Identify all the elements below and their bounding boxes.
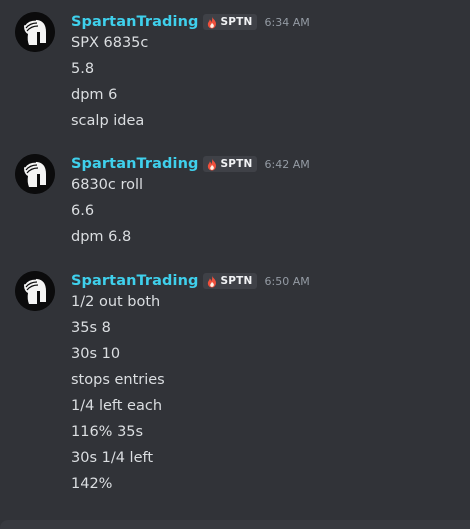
server-tag-label: SPTN	[220, 275, 253, 287]
message-line: 116% 35s	[71, 424, 144, 440]
message-line: 1/2 out both	[71, 294, 161, 310]
message-line: SPX 6835c	[71, 35, 149, 51]
message-header: SpartanTrading SPTN 6:34 AM	[71, 12, 310, 32]
message-line: dpm 6	[71, 87, 118, 103]
message-line: 1/4 left each	[71, 398, 163, 414]
server-tag-label: SPTN	[220, 158, 253, 170]
server-tag[interactable]: SPTN	[203, 156, 257, 172]
spartan-helmet-icon	[15, 12, 55, 52]
spartan-helmet-icon	[15, 271, 55, 311]
server-tag-label: SPTN	[220, 16, 253, 28]
username[interactable]: SpartanTrading	[71, 273, 198, 289]
message-line: stops entries	[71, 372, 165, 388]
fire-icon	[208, 274, 217, 288]
message-line: 30s 1/4 left	[71, 450, 154, 466]
message-line: 35s 8	[71, 320, 111, 336]
server-tag[interactable]: SPTN	[203, 273, 257, 289]
message-line: 30s 10	[71, 346, 121, 362]
message-line: dpm 6.8	[71, 229, 132, 245]
avatar[interactable]	[15, 12, 55, 52]
spartan-helmet-icon	[15, 154, 55, 194]
avatar[interactable]	[15, 271, 55, 311]
avatar[interactable]	[15, 154, 55, 194]
message-line: 6830c roll	[71, 177, 144, 193]
message-line: 6.6	[71, 203, 95, 219]
message-line: 142%	[71, 476, 113, 492]
message-composer[interactable]	[0, 520, 470, 529]
server-tag[interactable]: SPTN	[203, 14, 257, 30]
message-line: 5.8	[71, 61, 95, 77]
message-header: SpartanTrading SPTN 6:42 AM	[71, 154, 310, 174]
timestamp: 6:42 AM	[264, 157, 310, 171]
username[interactable]: SpartanTrading	[71, 156, 198, 172]
timestamp: 6:34 AM	[264, 15, 310, 29]
fire-icon	[208, 15, 217, 29]
timestamp: 6:50 AM	[264, 274, 310, 288]
message-header: SpartanTrading SPTN 6:50 AM	[71, 271, 310, 291]
username[interactable]: SpartanTrading	[71, 14, 198, 30]
message-line: scalp idea	[71, 113, 145, 129]
chat-message-list: SpartanTrading SPTN 6:34 AM SPX 6835c 5.…	[0, 0, 470, 529]
fire-icon	[208, 157, 217, 171]
